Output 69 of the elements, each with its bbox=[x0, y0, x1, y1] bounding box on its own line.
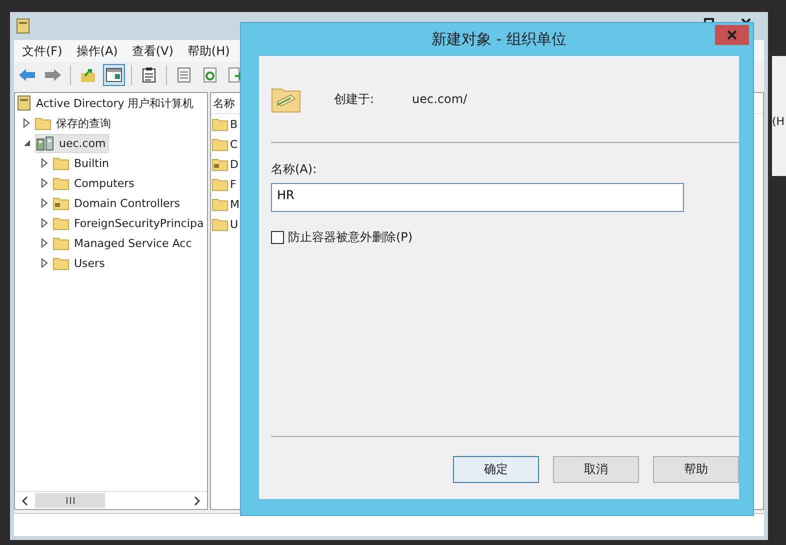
expand-icon[interactable] bbox=[41, 198, 49, 208]
tree-item[interactable]: Users bbox=[53, 254, 107, 272]
refresh-icon bbox=[203, 67, 217, 83]
tree-item[interactable]: Managed Service Acc bbox=[53, 234, 194, 252]
book-icon bbox=[17, 95, 31, 111]
list-item[interactable]: F bbox=[230, 178, 236, 190]
expand-icon[interactable] bbox=[41, 238, 49, 248]
left-arrow-icon bbox=[18, 68, 36, 82]
grip-icon bbox=[66, 497, 74, 504]
toolbar-button[interactable] bbox=[103, 64, 125, 86]
list-item[interactable]: U bbox=[230, 218, 238, 230]
close-icon bbox=[727, 30, 737, 40]
expand-icon[interactable] bbox=[41, 218, 49, 228]
tree-item[interactable]: Computers bbox=[53, 174, 136, 192]
panel-icon bbox=[106, 68, 122, 82]
name-field[interactable]: HR bbox=[271, 183, 684, 212]
dialog-button[interactable]: 帮助 bbox=[653, 456, 739, 483]
close-button[interactable] bbox=[715, 25, 749, 45]
folder-icon bbox=[53, 236, 69, 250]
domain-icon bbox=[36, 135, 54, 151]
folder-icon bbox=[35, 116, 51, 130]
created-in-value: uec.com/ bbox=[412, 92, 468, 106]
list-item[interactable]: M bbox=[230, 198, 240, 210]
dialog-button[interactable]: 取消 bbox=[553, 456, 639, 483]
folder-icon bbox=[212, 197, 228, 211]
checkbox-label: 防止容器被意外删除(P) bbox=[288, 229, 413, 246]
name-label: 名称(A): bbox=[271, 161, 318, 178]
clipboard-icon bbox=[142, 67, 156, 83]
scroll-left-icon[interactable] bbox=[21, 496, 29, 506]
tree-item[interactable]: Domain Controllers bbox=[53, 194, 182, 212]
tree-item[interactable]: uec.com bbox=[35, 134, 109, 152]
app-icon bbox=[16, 18, 30, 34]
tree-item[interactable]: 保存的查询 bbox=[35, 114, 113, 132]
folder-icon bbox=[53, 256, 69, 270]
dialog-title: 新建对象 - 组织单位 bbox=[432, 30, 566, 49]
folder-arrow-icon bbox=[80, 67, 96, 83]
folder-icon bbox=[212, 117, 228, 131]
folder-icon bbox=[53, 216, 69, 230]
created-in-label: 创建于: bbox=[334, 90, 374, 108]
tree-item[interactable]: ForeignSecurityPrincipa bbox=[53, 214, 206, 232]
folder-icon bbox=[212, 217, 228, 231]
scroll-thumb[interactable] bbox=[35, 493, 105, 508]
expand-icon[interactable] bbox=[23, 118, 31, 128]
expand-icon[interactable] bbox=[41, 258, 49, 268]
list-item[interactable]: B bbox=[230, 118, 238, 130]
document-icon bbox=[177, 67, 191, 83]
list-item[interactable]: C bbox=[230, 138, 238, 150]
folder-icon bbox=[212, 177, 228, 191]
window-text: (H bbox=[772, 114, 785, 128]
menu-item[interactable]: 文件(F) bbox=[22, 42, 62, 60]
expand-icon[interactable] bbox=[41, 158, 49, 168]
folder-icon bbox=[53, 156, 69, 170]
list-item[interactable]: D bbox=[230, 158, 238, 170]
protect-checkbox[interactable] bbox=[271, 231, 284, 244]
menu-item[interactable]: 操作(A) bbox=[76, 42, 118, 60]
ou-folder-icon bbox=[212, 157, 228, 171]
dialog-button[interactable]: 确定 bbox=[453, 456, 539, 483]
tree-item[interactable]: Builtin bbox=[53, 154, 111, 172]
ou-folder-icon bbox=[53, 196, 69, 210]
menu-item[interactable]: 查看(V) bbox=[132, 42, 174, 60]
horizontal-scrollbar[interactable] bbox=[15, 491, 207, 509]
expand-icon[interactable] bbox=[41, 178, 49, 188]
menu-item[interactable]: 帮助(H) bbox=[187, 42, 230, 60]
folder-icon bbox=[53, 176, 69, 190]
tree-item[interactable]: Active Directory 用户和计算机 bbox=[36, 96, 194, 110]
scroll-right-icon[interactable] bbox=[193, 496, 201, 506]
folder-icon bbox=[212, 137, 228, 151]
collapse-icon[interactable] bbox=[23, 138, 31, 148]
right-arrow-icon bbox=[44, 68, 62, 82]
